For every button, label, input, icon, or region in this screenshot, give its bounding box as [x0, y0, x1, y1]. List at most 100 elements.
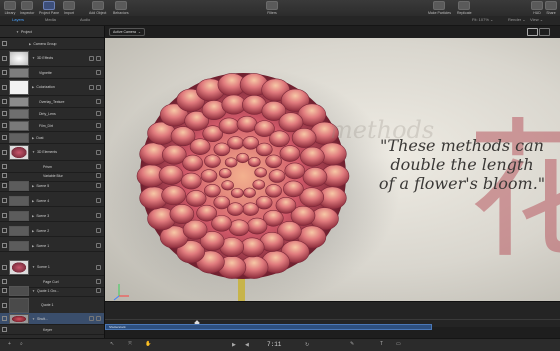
visibility-checkbox[interactable]: [2, 149, 7, 155]
lock-icon[interactable]: [96, 264, 101, 270]
layer-row-quote-1[interactable]: Quote 1: [0, 297, 104, 314]
transform-tool-icon[interactable]: ⤧: [128, 341, 132, 347]
visibility-checkbox[interactable]: [2, 243, 7, 248]
camera-select[interactable]: Active Camera ⌄: [109, 28, 145, 36]
layer-row-project[interactable]: ▼ Project: [0, 26, 104, 38]
layer-row-film-dirt[interactable]: Film_Dirt: [0, 120, 104, 132]
layer-row-3d-effects[interactable]: ▼ 3D Effects: [0, 50, 104, 67]
loop-icon[interactable]: ↻: [305, 342, 309, 348]
share-button[interactable]: Share: [545, 1, 557, 15]
lock-icon[interactable]: [96, 243, 101, 248]
fit-zoom-menu[interactable]: Fit: 107% ⌄: [472, 17, 493, 22]
layer-row-3d-elements[interactable]: ▼ 3D Elements: [0, 144, 104, 161]
visibility-checkbox[interactable]: [2, 135, 7, 140]
import-button[interactable]: Import: [63, 1, 75, 15]
mini-timeline[interactable]: Shutterstock: [105, 301, 560, 330]
step-back-icon[interactable]: ◀: [245, 342, 249, 348]
disclosure-triangle-icon[interactable]: ▼: [16, 30, 19, 34]
visibility-checkbox[interactable]: [2, 70, 7, 75]
layer-row-scene-5[interactable]: ▶ Scene 5: [0, 180, 104, 192]
visibility-checkbox[interactable]: [2, 41, 7, 46]
lock-icon[interactable]: [96, 213, 101, 218]
lock-icon[interactable]: [89, 316, 94, 321]
lock-icon[interactable]: [96, 183, 101, 188]
tab-audio[interactable]: Audio: [80, 17, 90, 22]
visibility-checkbox[interactable]: [2, 288, 7, 293]
visibility-checkbox[interactable]: [2, 164, 7, 169]
inspector-button[interactable]: Inspector: [20, 1, 34, 15]
visibility-checkbox[interactable]: [2, 111, 7, 116]
layer-row-dirty-lens[interactable]: Dirty_Lens: [0, 108, 104, 120]
disclosure-triangle-icon[interactable]: ▼: [32, 150, 35, 154]
visibility-checkbox[interactable]: [2, 228, 7, 233]
make-particles-button[interactable]: Make Particles: [428, 1, 451, 15]
hand-tool-icon[interactable]: ✋: [145, 341, 151, 347]
overlay-icon[interactable]: [539, 28, 550, 36]
text-tool-icon[interactable]: T: [380, 341, 383, 347]
filter-icon[interactable]: [96, 164, 101, 169]
view-layout-icon[interactable]: [527, 28, 538, 36]
lock-icon[interactable]: [96, 149, 101, 155]
filters-button[interactable]: Filters: [266, 1, 278, 15]
layer-row-scene-3[interactable]: ▶ Scene 3: [0, 210, 104, 222]
visibility-checkbox[interactable]: [2, 316, 7, 321]
visibility-checkbox[interactable]: [2, 183, 7, 188]
layer-row-scene-2[interactable]: ▶ Scene 2: [0, 225, 104, 237]
library-button[interactable]: Library: [4, 1, 16, 15]
layer-row-shutterstock[interactable]: ▼ Shutt...: [0, 313, 104, 325]
timeline-clip[interactable]: Shutterstock: [105, 324, 432, 330]
search-icon[interactable]: ⌕: [20, 341, 23, 347]
view-menu[interactable]: View ⌄: [530, 17, 543, 22]
layer-row-vignette[interactable]: Vignette: [0, 67, 104, 79]
lock-icon[interactable]: [96, 99, 101, 104]
disclosure-triangle-icon[interactable]: ▼: [32, 289, 35, 293]
visibility-checkbox[interactable]: [2, 302, 7, 308]
disclosure-triangle-icon[interactable]: ▶: [32, 184, 34, 188]
layer-row-scene-4[interactable]: ▶ Scene 4: [0, 195, 104, 207]
render-menu[interactable]: Render ⌄: [508, 17, 526, 22]
pen-tool-icon[interactable]: ✎: [350, 341, 354, 347]
layer-row-overlay-texture[interactable]: Overlay_Texture: [0, 96, 104, 108]
layer-row-colorization[interactable]: ▶ Colorization: [0, 79, 104, 96]
visibility-checkbox[interactable]: [2, 84, 7, 90]
select-tool-icon[interactable]: ↖: [110, 341, 114, 347]
disclosure-triangle-icon[interactable]: ▶: [29, 42, 31, 46]
add-layer-icon[interactable]: +: [8, 341, 11, 347]
disclosure-triangle-icon[interactable]: ▼: [32, 265, 35, 269]
visibility-checkbox[interactable]: [2, 99, 7, 104]
lock-icon[interactable]: [96, 84, 101, 90]
behaviors-button[interactable]: Behaviors: [113, 1, 129, 15]
lock-icon[interactable]: [89, 55, 94, 61]
visibility-checkbox[interactable]: [2, 279, 7, 284]
disclosure-triangle-icon[interactable]: ▶: [32, 244, 34, 248]
disclosure-triangle-icon[interactable]: ▼: [32, 56, 35, 60]
disclosure-triangle-icon[interactable]: ▶: [32, 136, 34, 140]
shape-tool-icon[interactable]: ▭: [396, 341, 401, 347]
tab-layers[interactable]: Layers: [12, 17, 24, 22]
layer-row-scene-1-collapsed[interactable]: ▶ Scene 1: [0, 240, 104, 252]
tab-media[interactable]: Media: [45, 17, 56, 22]
visibility-checkbox[interactable]: [2, 198, 7, 203]
quote-text-block[interactable]: "These methods can double the length of …: [362, 136, 560, 193]
visibility-checkbox[interactable]: [2, 327, 7, 332]
lock-icon[interactable]: [96, 198, 101, 203]
filter-icon[interactable]: [89, 84, 94, 90]
filter-icon[interactable]: [96, 279, 101, 284]
disclosure-triangle-icon[interactable]: ▶: [32, 214, 34, 218]
project-pane-button[interactable]: Project Pane: [39, 1, 59, 15]
layer-row-dust[interactable]: ▶ Dust: [0, 132, 104, 144]
visibility-checkbox[interactable]: [2, 213, 7, 218]
visibility-checkbox[interactable]: [2, 123, 7, 128]
layer-row-camera-group[interactable]: ▶ Camera Group: [0, 38, 104, 50]
disclosure-triangle-icon[interactable]: ▶: [32, 85, 34, 89]
mask-icon[interactable]: [96, 316, 101, 321]
lock-icon[interactable]: [96, 123, 101, 128]
lock-icon[interactable]: [96, 135, 101, 140]
mask-icon[interactable]: [96, 55, 101, 61]
lock-icon[interactable]: [96, 111, 101, 116]
filter-icon[interactable]: [96, 173, 101, 178]
hud-button[interactable]: HUD: [531, 1, 543, 15]
visibility-checkbox[interactable]: [2, 264, 7, 270]
disclosure-triangle-icon[interactable]: ▼: [32, 317, 35, 321]
disclosure-triangle-icon[interactable]: ▶: [32, 229, 34, 233]
